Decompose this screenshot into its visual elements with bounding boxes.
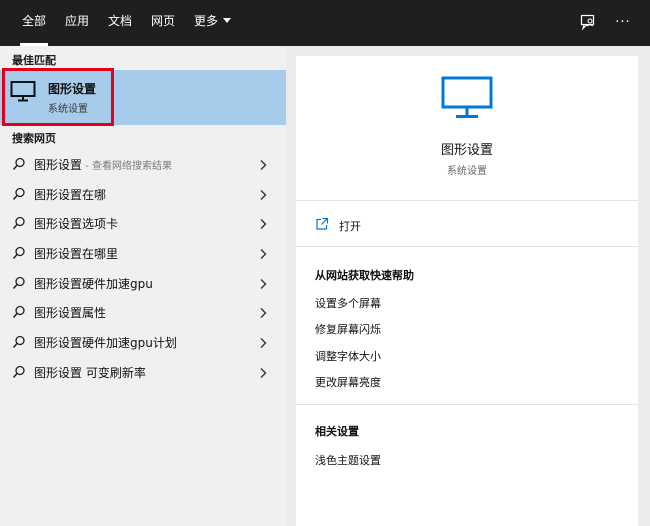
search-icon (12, 365, 26, 382)
web-result-item[interactable]: 图形设置 可变刷新率 (0, 358, 286, 387)
best-match-heading: 最佳匹配 (12, 54, 56, 67)
web-result-text: 图形设置硬件加速gpu (34, 277, 153, 291)
help-link[interactable]: 设置多个屏幕 (315, 295, 381, 311)
highlight-box (2, 68, 114, 126)
web-result-text: 图形设置属性 (34, 306, 107, 320)
tab-all[interactable]: 全部 (19, 0, 49, 46)
tab-web[interactable]: 网页 (151, 0, 175, 46)
web-result-query: 图形设置 (34, 158, 83, 172)
web-result-text: 图形设置在哪里 (34, 247, 119, 261)
search-icon (12, 276, 26, 293)
chevron-right-icon (259, 218, 267, 233)
monitor-icon (441, 76, 493, 123)
chevron-right-icon (259, 248, 267, 263)
open-icon (315, 217, 329, 234)
tab-more-label: 更多 (194, 14, 219, 28)
tab-apps[interactable]: 应用 (65, 0, 89, 46)
chevron-down-icon (223, 18, 232, 23)
web-search-heading: 搜索网页 (12, 132, 56, 145)
related-settings-heading: 相关设置 (315, 425, 359, 438)
help-link[interactable]: 修复屏幕闪烁 (315, 321, 381, 337)
divider (296, 200, 638, 201)
divider (296, 404, 638, 405)
results-list: 最佳匹配 图形设置 系统设置 搜索网页 图形设置 - 查看网络搜索结果 图形设置… (0, 46, 286, 526)
divider (296, 246, 638, 247)
preview-subtitle: 系统设置 (447, 166, 487, 177)
chevron-right-icon (259, 337, 267, 352)
web-result-hint: - 查看网络搜索结果 (82, 161, 172, 172)
quick-help-heading: 从网站获取快速帮助 (315, 269, 414, 282)
help-link[interactable]: 调整字体大小 (315, 348, 381, 364)
web-result-item[interactable]: 图形设置选项卡 (0, 209, 286, 238)
web-result-item[interactable]: 图形设置 - 查看网络搜索结果 (0, 150, 286, 179)
open-label: 打开 (339, 220, 361, 233)
preview-title: 图形设置 (440, 143, 493, 158)
tab-more[interactable]: 更多 (194, 0, 232, 46)
search-filter-bar: 全部 应用 文档 网页 更多 ··· (0, 0, 650, 46)
tab-documents[interactable]: 文档 (108, 0, 132, 46)
chevron-right-icon (259, 307, 267, 322)
web-result-text: 图形设置在哪 (34, 188, 107, 202)
search-icon (12, 157, 26, 174)
web-result-item[interactable]: 图形设置属性 (0, 298, 286, 327)
chevron-right-icon (259, 367, 267, 382)
search-icon (12, 305, 26, 322)
web-result-text: 图形设置选项卡 (34, 217, 119, 231)
more-options-icon[interactable]: ··· (612, 11, 634, 33)
chevron-right-icon (259, 278, 267, 293)
web-result-item[interactable]: 图形设置硬件加速gpu计划 (0, 328, 286, 357)
feedback-icon[interactable] (577, 11, 599, 33)
search-icon (12, 216, 26, 233)
search-icon (12, 335, 26, 352)
search-icon (12, 187, 26, 204)
chevron-right-icon (259, 189, 267, 204)
web-result-text: 图形设置 - 查看网络搜索结果 (34, 156, 172, 173)
chevron-right-icon (259, 159, 267, 174)
search-icon (12, 246, 26, 263)
web-result-item[interactable]: 图形设置在哪 (0, 180, 286, 209)
web-result-text: 图形设置硬件加速gpu计划 (34, 336, 177, 350)
web-result-item[interactable]: 图形设置在哪里 (0, 239, 286, 268)
preview-pane: 图形设置 系统设置 打开 从网站获取快速帮助 设置多个屏幕 修复屏幕闪烁 调整字… (296, 56, 638, 526)
web-result-text: 图形设置 可变刷新率 (34, 366, 146, 380)
web-result-item[interactable]: 图形设置硬件加速gpu (0, 269, 286, 298)
help-link[interactable]: 更改屏幕亮度 (315, 374, 381, 390)
related-link[interactable]: 浅色主题设置 (315, 452, 381, 468)
